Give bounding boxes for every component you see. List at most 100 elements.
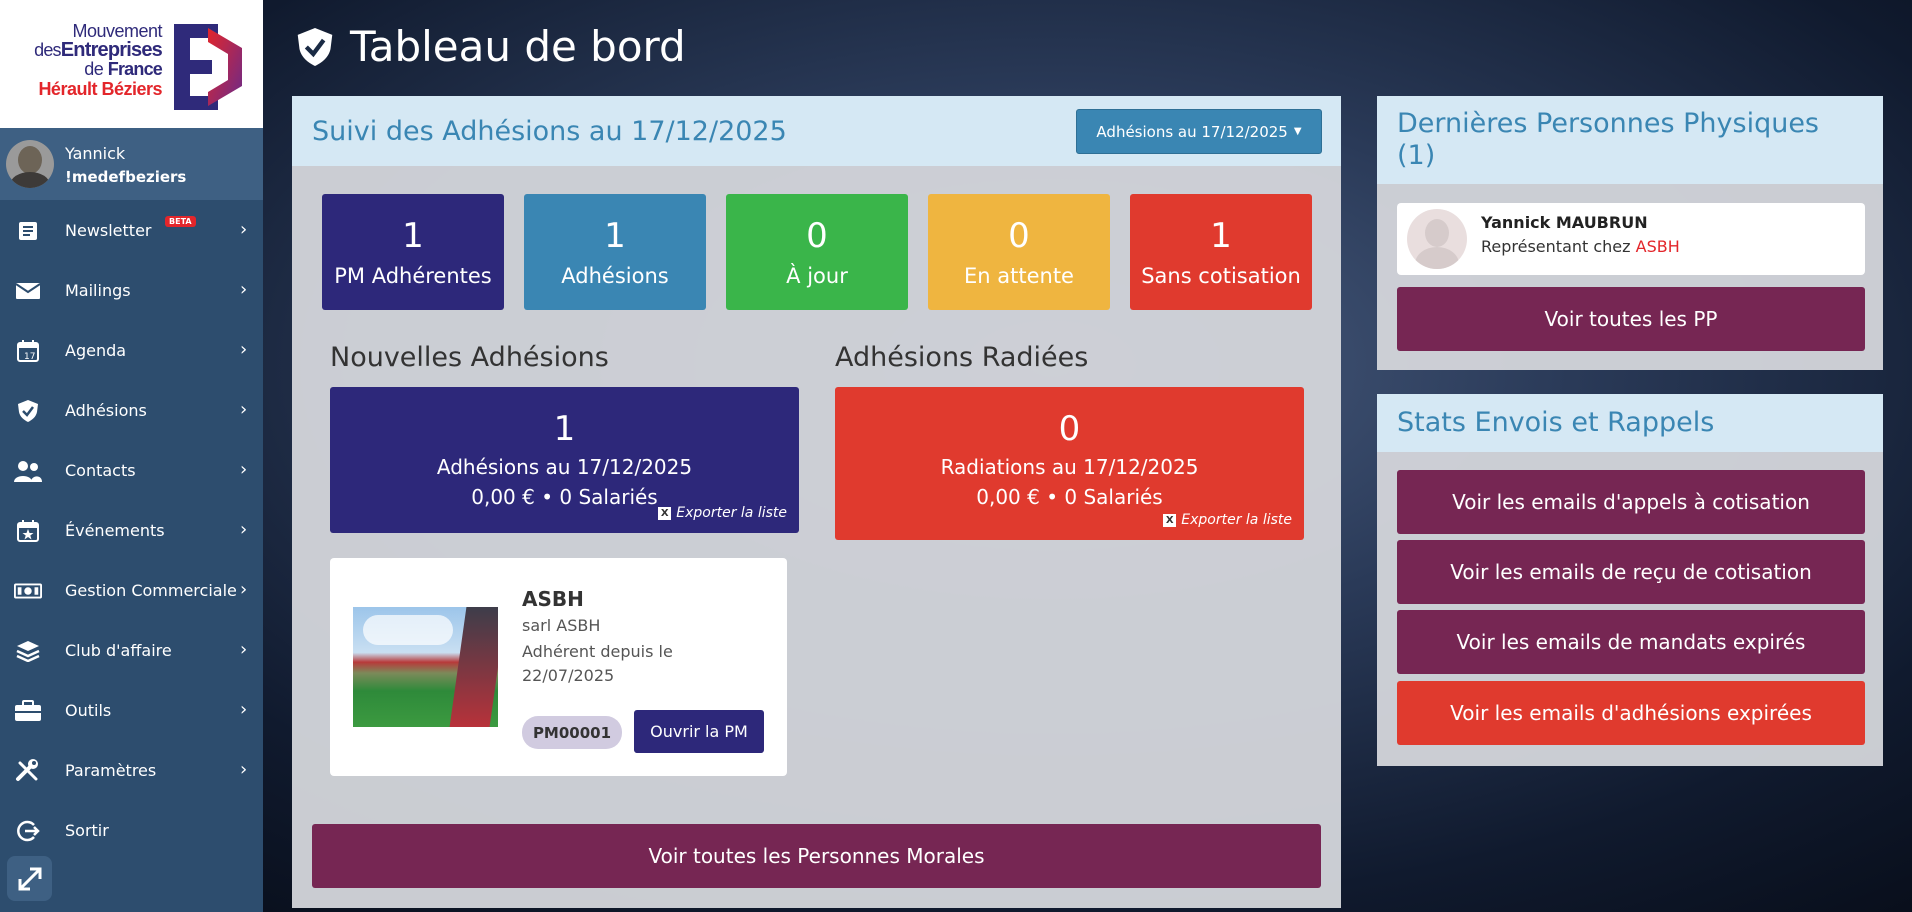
logo-line-2: desEntreprises [34, 39, 163, 61]
removed-count: 0 [1058, 409, 1081, 449]
sidebar-item-club-affaire[interactable]: Club d'affaire › [0, 621, 263, 681]
envelope-icon [14, 279, 42, 303]
expand-icon [18, 867, 41, 890]
stat-label: Adhésions [561, 264, 669, 288]
sidebar: Mouvement desEntreprises de France Hérau… [0, 0, 263, 912]
stat-adhesions[interactable]: 1 Adhésions [524, 194, 706, 310]
export-label: Exporter la liste [676, 505, 787, 521]
open-pm-button[interactable]: Ouvrir la PM [634, 710, 764, 753]
sidebar-item-evenements[interactable]: Événements › [0, 501, 263, 561]
chevron-right-icon: › [240, 699, 248, 720]
layers-icon [14, 639, 42, 663]
sidebar-item-contacts[interactable]: Contacts › [0, 441, 263, 501]
chevron-right-icon: › [240, 399, 248, 420]
sidebar-item-gestion-commerciale[interactable]: Gestion Commerciale › [0, 561, 263, 621]
new-adhesions-card: 1 Adhésions au 17/12/2025 0,00 € • 0 Sal… [330, 387, 799, 533]
user-login: !medefbeziers [65, 168, 187, 186]
sidebar-item-outils[interactable]: Outils › [0, 681, 263, 741]
person-name: Yannick MAUBRUN [1481, 213, 1648, 232]
company-photo [353, 607, 498, 727]
stat-value: 1 [402, 216, 424, 256]
avatar [1407, 209, 1467, 269]
sidebar-item-agenda[interactable]: 17 Agenda › [0, 321, 263, 381]
sidebar-item-adhesions[interactable]: Adhésions › [0, 381, 263, 441]
person-item[interactable]: Yannick MAUBRUN Représentant chez ASBH [1397, 203, 1865, 275]
persons-panel-title: Dernières Personnes Physiques (1) [1377, 96, 1883, 184]
stats-panel: Stats Envois et Rappels Voir les emails … [1377, 394, 1883, 766]
view-expired-adhesions-button[interactable]: Voir les emails d'adhésions expirées [1397, 681, 1865, 745]
excel-icon: X [658, 506, 672, 520]
sidebar-item-label: Paramètres [65, 761, 157, 780]
sidebar-item-sortir[interactable]: Sortir [0, 801, 263, 861]
chevron-right-icon: › [240, 459, 248, 480]
user-profile[interactable]: Yannick !medefbeziers [0, 128, 263, 200]
removed-adhesions-title: Adhésions Radiées [835, 342, 1089, 373]
stat-value: 1 [1210, 216, 1232, 256]
sidebar-item-label: Gestion Commerciale [65, 581, 237, 600]
stat-a-jour[interactable]: 0 À jour [726, 194, 908, 310]
money-bill-icon [14, 579, 42, 603]
calendar-star-icon [14, 519, 42, 543]
sidebar-item-label: Club d'affaire [65, 641, 172, 660]
logo-line-3: de France [84, 59, 163, 79]
pm-code-badge: PM00001 [522, 716, 622, 749]
view-all-pm-button[interactable]: Voir toutes les Personnes Morales [312, 824, 1321, 888]
person-role: Représentant chez ASBH [1481, 237, 1680, 256]
users-icon [14, 459, 42, 483]
sign-out-icon [14, 819, 42, 843]
sidebar-item-parametres[interactable]: Paramètres › [0, 741, 263, 801]
date-dropdown-button[interactable]: Adhésions au 17/12/2025 ▼ [1076, 109, 1322, 154]
dropdown-label: Adhésions au 17/12/2025 [1096, 122, 1288, 141]
stat-value: 0 [806, 216, 828, 256]
sidebar-item-label: Agenda [65, 341, 127, 360]
new-adhesions-title: Nouvelles Adhésions [330, 342, 609, 373]
panel-title: Suivi des Adhésions au 17/12/2025 [312, 116, 787, 147]
stat-label: Sans cotisation [1141, 264, 1301, 288]
panel-header: Suivi des Adhésions au 17/12/2025 Adhési… [292, 96, 1341, 166]
export-label: Exporter la liste [1181, 512, 1292, 528]
new-count: 1 [553, 409, 576, 449]
view-all-pp-button[interactable]: Voir toutes les PP [1397, 287, 1865, 351]
logo-text: Mouvement desEntreprises de France Hérau… [4, 22, 163, 99]
sidebar-item-label: Sortir [65, 821, 109, 840]
shield-check-icon [14, 399, 42, 423]
sidebar-item-label: Outils [65, 701, 112, 720]
sidebar-item-label: Adhésions [65, 401, 147, 420]
chevron-right-icon: › [240, 339, 248, 360]
removed-subtitle: Radiations au 17/12/2025 [940, 455, 1199, 479]
caret-down-icon: ▼ [1293, 126, 1302, 137]
page-header: Tableau de bord [296, 22, 686, 71]
removed-adhesions-card: 0 Radiations au 17/12/2025 0,00 € • 0 Sa… [835, 387, 1304, 540]
stat-label: En attente [964, 264, 1074, 288]
removed-meta: 0,00 € • 0 Salariés [976, 485, 1163, 509]
sidebar-item-newsletter[interactable]: Newsletter BETA › [0, 201, 263, 261]
stat-pm-adherentes[interactable]: 1 PM Adhérentes [322, 194, 504, 310]
avatar [6, 140, 54, 188]
stat-sans-cotisation[interactable]: 1 Sans cotisation [1130, 194, 1312, 310]
chevron-right-icon: › [240, 219, 248, 240]
expand-button[interactable] [7, 856, 52, 901]
chevron-right-icon: › [240, 579, 248, 600]
sidebar-item-mailings[interactable]: Mailings › [0, 261, 263, 321]
chevron-right-icon: › [240, 519, 248, 540]
adhesions-panel: Suivi des Adhésions au 17/12/2025 Adhési… [292, 96, 1341, 908]
new-subtitle: Adhésions au 17/12/2025 [436, 455, 693, 479]
logo[interactable]: Mouvement desEntreprises de France Hérau… [0, 0, 263, 128]
view-cotisation-calls-button[interactable]: Voir les emails d'appels à cotisation [1397, 470, 1865, 534]
stat-en-attente[interactable]: 0 En attente [928, 194, 1110, 310]
view-expired-mandates-button[interactable]: Voir les emails de mandats expirés [1397, 610, 1865, 674]
export-list-link[interactable]: X Exporter la liste [1163, 512, 1292, 528]
person-company: ASBH [1635, 237, 1680, 256]
sidebar-item-label: Contacts [65, 461, 136, 480]
stat-label: PM Adhérentes [334, 264, 492, 288]
export-list-link[interactable]: X Exporter la liste [658, 505, 787, 521]
company-card: ASBH sarl ASBH Adhérent depuis le 22/07/… [330, 558, 787, 776]
svg-text:17: 17 [24, 352, 35, 362]
view-cotisation-receipts-button[interactable]: Voir les emails de reçu de cotisation [1397, 540, 1865, 604]
excel-icon: X [1163, 513, 1177, 527]
sidebar-item-label: Mailings [65, 281, 131, 300]
beta-badge: BETA [165, 216, 196, 227]
company-name: ASBH [522, 587, 584, 611]
stat-label: À jour [786, 264, 848, 288]
persons-panel: Dernières Personnes Physiques (1) Yannic… [1377, 96, 1883, 370]
